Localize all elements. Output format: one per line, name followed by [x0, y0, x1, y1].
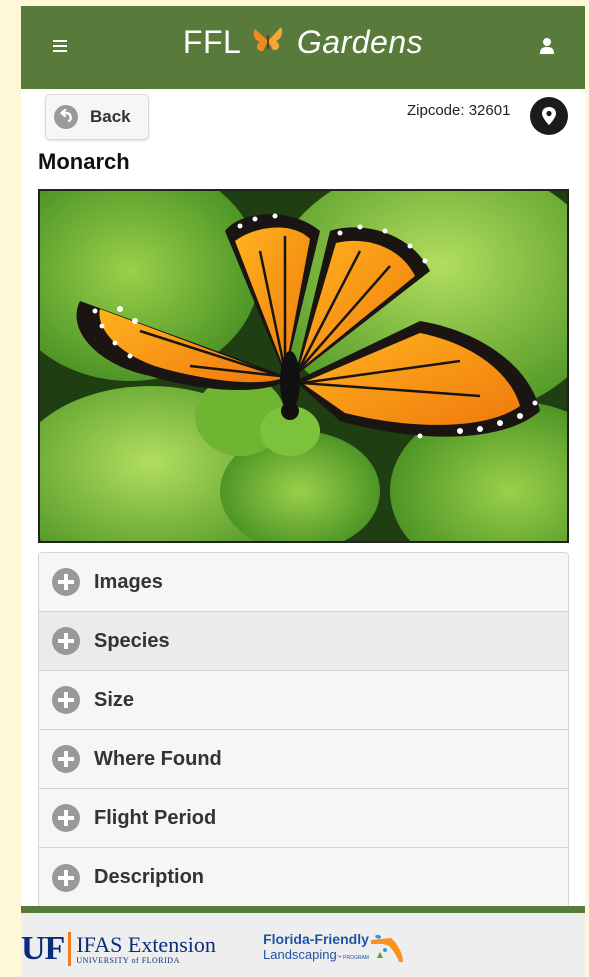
brand-ffl: FFL — [182, 24, 241, 60]
brand-gardens: Gardens — [296, 24, 424, 60]
expand-plus-icon — [52, 804, 80, 832]
map-pin-icon — [542, 107, 556, 125]
zipcode-label: Zipcode: 32601 — [407, 102, 511, 119]
ffl-tm: ™ PROGRAM — [336, 955, 369, 961]
app-footer: UF IFAS Extension UNIVERSITY of FLORIDA … — [21, 906, 585, 977]
expand-plus-icon — [52, 568, 80, 596]
accordion-description[interactable]: Description — [39, 848, 568, 907]
accordion-label: Images — [94, 570, 163, 593]
app-screen: FFL Gardens Back Zipcode: 32601 Monarch … — [21, 6, 585, 977]
florida-state-icon — [370, 934, 403, 962]
brand-logo[interactable]: FFL Gardens — [21, 24, 585, 61]
back-button-label: Back — [90, 107, 131, 126]
back-button[interactable]: Back — [45, 94, 149, 140]
ffl-line2: Landscaping — [263, 947, 337, 962]
accordion-images[interactable]: Images — [39, 553, 568, 612]
accordion-label: Description — [94, 866, 205, 888]
accordion-label: Flight Period — [94, 806, 217, 829]
accordion-species[interactable]: Species — [39, 612, 568, 671]
accordion-flight-period[interactable]: Flight Period — [39, 789, 568, 848]
butterfly-logo-icon — [254, 27, 283, 52]
info-accordion: Images Species Size Where Found Flight P… — [38, 552, 569, 908]
logo-divider — [68, 932, 72, 966]
user-icon[interactable] — [539, 37, 555, 55]
page-title: Monarch — [38, 149, 130, 174]
expand-plus-icon — [52, 863, 80, 892]
accordion-label: Where Found — [94, 747, 222, 770]
ifas-extension-title: IFAS Extension — [76, 931, 216, 957]
app-header: FFL Gardens — [21, 6, 585, 89]
location-button[interactable] — [530, 97, 568, 135]
uf-mark: UF — [21, 930, 65, 967]
uf-subtitle: UNIVERSITY of FLORIDA — [76, 955, 180, 965]
ffl-line1: Florida-Friendly — [263, 931, 369, 947]
expand-plus-icon — [52, 686, 80, 714]
accordion-label: Size — [94, 688, 135, 711]
accordion-where-found[interactable]: Where Found — [39, 730, 568, 789]
accordion-label: Species — [94, 629, 170, 652]
monarch-butterfly-photo[interactable] — [38, 189, 569, 543]
expand-plus-icon — [52, 627, 80, 655]
accordion-size[interactable]: Size — [39, 671, 568, 730]
expand-plus-icon — [52, 745, 80, 773]
florida-friendly-logo[interactable]: Florida-Friendly Landscaping™ PROGRAM — [263, 932, 407, 966]
back-arrow-icon — [54, 105, 78, 129]
uf-ifas-logo[interactable]: UF IFAS Extension UNIVERSITY of FLORIDA — [21, 930, 216, 967]
